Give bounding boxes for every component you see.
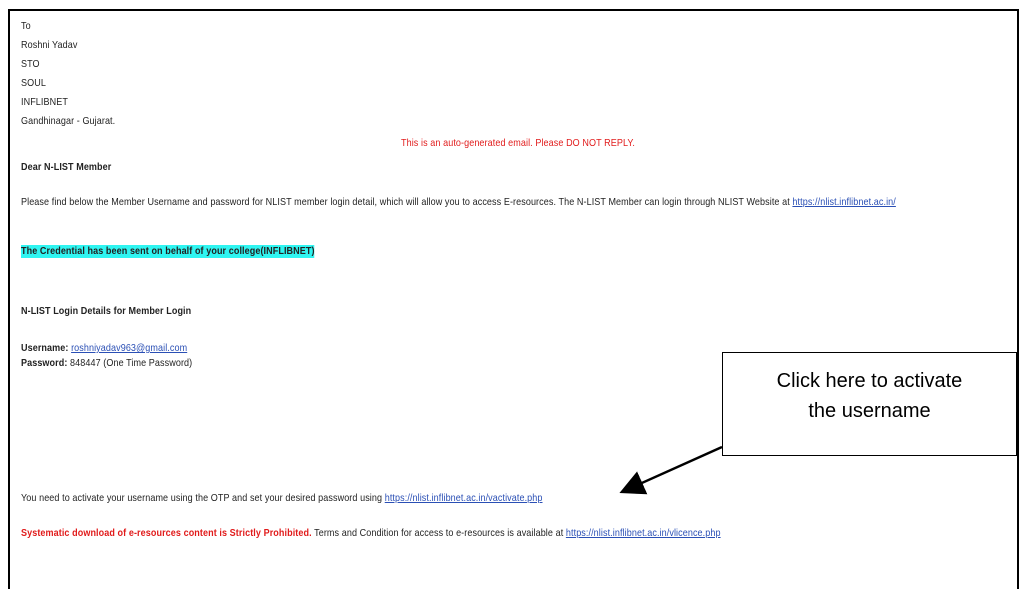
arrow-line bbox=[619, 445, 723, 495]
callout-arrow bbox=[619, 445, 723, 495]
